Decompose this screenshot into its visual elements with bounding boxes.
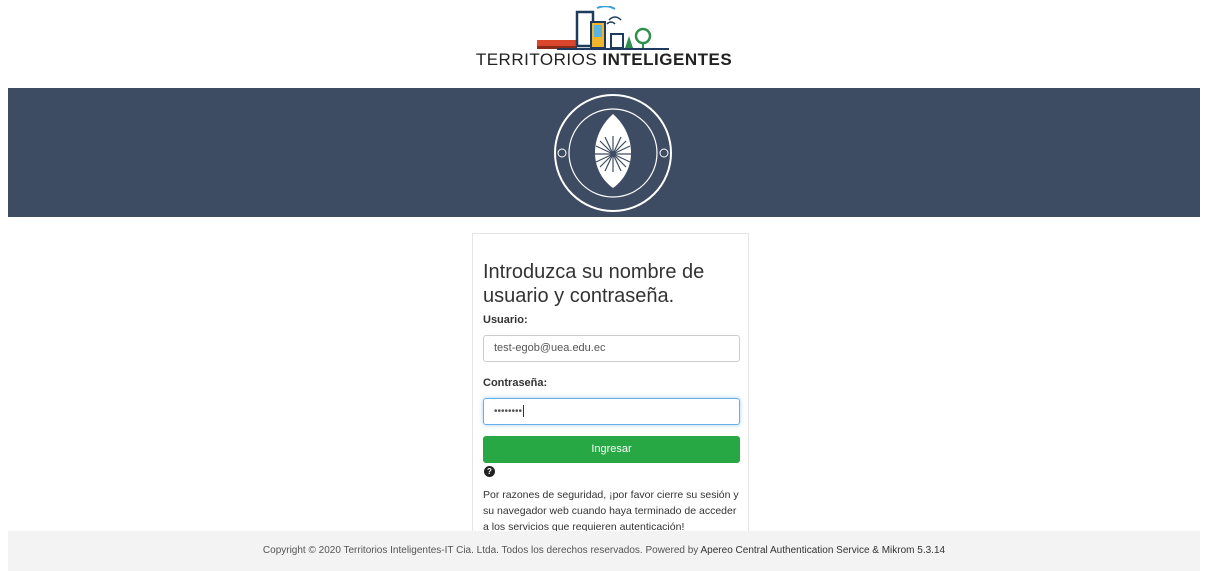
brand-name: TERRITORIOS INTELIGENTES: [475, 50, 733, 69]
login-card: Introduzca su nombre de usuario y contra…: [472, 233, 749, 533]
site-header: TERRITORIOS INTELIGENTES: [0, 0, 1208, 86]
password-input[interactable]: ••••••••: [483, 398, 740, 425]
password-value: ••••••••: [494, 406, 523, 417]
login-title: Introduzca su nombre de usuario y contra…: [483, 261, 705, 307]
page-footer: Copyright © 2020 Territorios Inteligente…: [8, 531, 1200, 571]
text-caret: [523, 405, 525, 418]
security-note: Por razones de seguridad, ¡por favor cie…: [483, 489, 739, 533]
question-circle-icon[interactable]: ?: [484, 466, 495, 477]
university-banner: [8, 88, 1200, 217]
password-label: Contraseña:: [483, 377, 548, 389]
cas-link[interactable]: Apereo Central Authentication Service & …: [701, 545, 946, 556]
username-label: Usuario:: [483, 314, 528, 326]
territorios-logo-icon: [537, 6, 669, 50]
submit-button[interactable]: Ingresar: [483, 436, 740, 463]
copyright-text: Copyright © 2020 Territorios Inteligente…: [262, 545, 701, 556]
username-input[interactable]: test-egob@uea.edu.ec: [483, 335, 740, 362]
university-seal-icon: [554, 94, 672, 212]
